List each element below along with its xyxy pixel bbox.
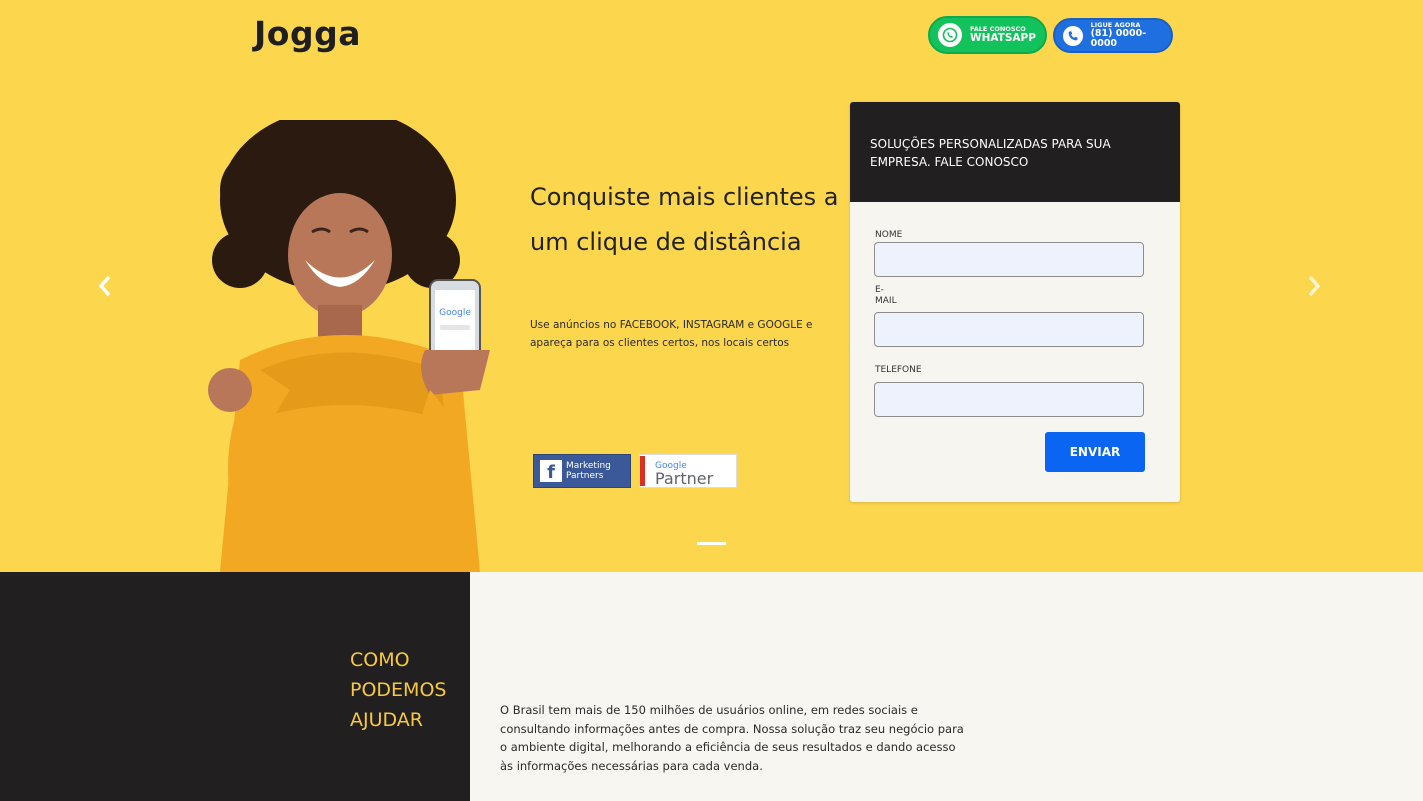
help-heading: COMO PODEMOS AJUDAR <box>350 649 447 731</box>
form-title: SOLUÇÕES PERSONALIZADAS PARA SUA EMPRESA… <box>850 102 1180 202</box>
email-label: E- MAIL <box>875 285 897 306</box>
chevron-right-icon <box>1308 275 1321 297</box>
carousel-prev-button[interactable] <box>96 272 114 307</box>
whatsapp-label: WHATSAPP <box>970 31 1036 44</box>
facebook-marketing-partner-badge: f Marketing Partners <box>533 454 631 488</box>
whatsapp-button[interactable]: FALE CONOSCO WHATSAPP <box>928 16 1047 54</box>
phone-number: (81) 0000-0000 <box>1090 27 1147 49</box>
carousel-next-button[interactable] <box>1305 272 1323 307</box>
phone-label: TELEFONE <box>875 365 922 375</box>
logo[interactable]: Jogga <box>254 14 361 53</box>
fb-badge-line2: Partners <box>566 471 604 481</box>
contact-form: SOLUÇÕES PERSONALIZADAS PARA SUA EMPRESA… <box>850 102 1180 502</box>
chevron-left-icon <box>98 275 111 297</box>
email-field[interactable] <box>874 312 1144 347</box>
phone-screen-text: Google <box>439 308 471 318</box>
fb-badge-line1: Marketing <box>566 461 611 471</box>
hero-woman-image: Google <box>208 120 490 572</box>
carousel-indicator-active[interactable] <box>697 542 726 545</box>
name-field[interactable] <box>874 242 1144 277</box>
google-partner-badge: Google Partner <box>639 454 737 488</box>
help-paragraph: O Brasil tem mais de 150 milhões de usuá… <box>500 703 964 773</box>
hero-headline: Conquiste mais clientes a um clique de d… <box>530 183 839 256</box>
phone-button[interactable]: LIGUE AGORA (81) 0000-0000 <box>1053 18 1173 53</box>
google-badge-line2: Partner <box>655 469 714 488</box>
name-label: NOME <box>875 230 903 240</box>
whatsapp-icon <box>938 23 962 47</box>
hero-section: Jogga FALE CONOSCO WHATSAPP LIGUE AGORA … <box>0 0 1423 572</box>
google-badge-stripe <box>640 456 645 486</box>
submit-button[interactable]: ENVIAR <box>1045 432 1145 472</box>
facebook-icon: f <box>540 460 562 482</box>
hero-subtext: Use anúncios no FACEBOOK, INSTAGRAM e GO… <box>530 319 813 349</box>
phone-field[interactable] <box>874 382 1144 417</box>
phone-icon <box>1063 25 1083 46</box>
